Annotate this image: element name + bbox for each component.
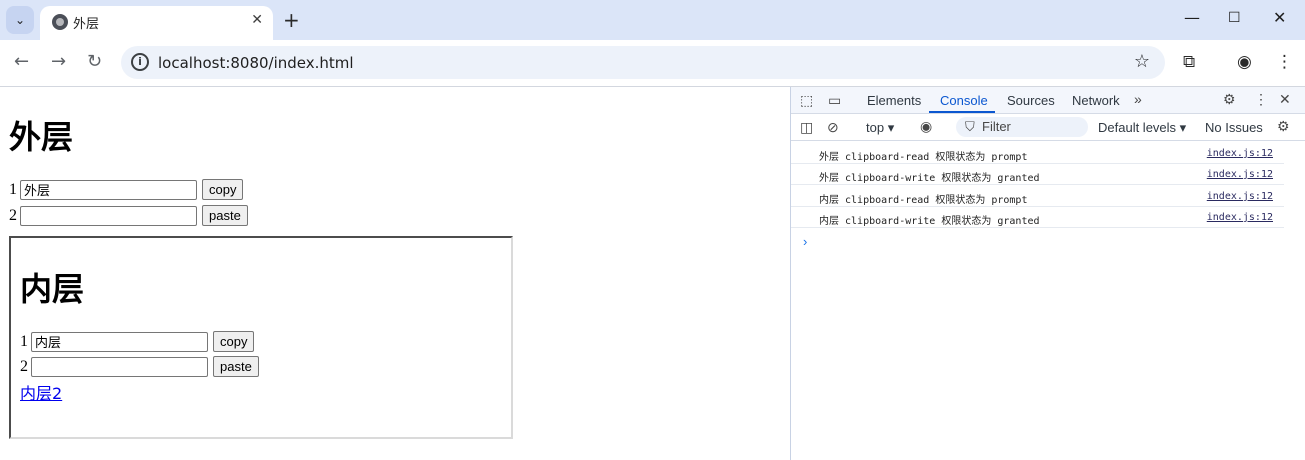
row-number: 1 xyxy=(20,332,28,350)
issues-button[interactable]: No Issues xyxy=(1205,120,1263,135)
inner-row-2: 2 paste xyxy=(20,356,259,377)
filter-icon: ⛉ xyxy=(965,119,975,134)
site-info-icon[interactable]: i xyxy=(131,53,149,71)
device-toolbar-icon[interactable]: ▭ xyxy=(828,92,841,109)
levels-label: Default levels xyxy=(1098,120,1177,135)
outer-row-1: 1 copy xyxy=(9,179,244,200)
console-filter-input[interactable]: ⛉ Filter xyxy=(956,117,1088,137)
row-number: 1 xyxy=(9,180,17,198)
tab-search-button[interactable]: ⌄ xyxy=(6,6,34,34)
maximize-button[interactable]: ☐ xyxy=(1228,10,1241,26)
outer-heading: 外层 xyxy=(9,118,74,156)
browser-toolbar: ← → ↻ i localhost:8080/index.html ☆ ⧉ ◉ … xyxy=(0,40,1305,87)
inner-paste-button[interactable]: paste xyxy=(213,356,259,377)
more-tabs-icon[interactable]: » xyxy=(1134,91,1142,107)
forward-button[interactable]: → xyxy=(51,51,66,72)
console-prompt-chevron-icon[interactable]: › xyxy=(803,234,807,249)
devtools-tabbar: ⬚ ▭ Elements Console Sources Network » ⚙… xyxy=(791,87,1305,114)
url-text: localhost:8080/index.html xyxy=(158,54,354,72)
address-bar[interactable]: i localhost:8080/index.html ☆ xyxy=(121,46,1165,79)
inner-text-input-1[interactable] xyxy=(31,331,208,352)
inspect-element-icon[interactable]: ⬚ xyxy=(800,92,813,109)
outer-text-input-1[interactable] xyxy=(20,179,197,200)
console-message-text: 内层 clipboard-read 权限状态为 prompt xyxy=(819,195,1028,206)
active-tab-indicator xyxy=(929,111,995,113)
back-button[interactable]: ← xyxy=(14,51,29,72)
settings-gear-icon[interactable]: ⚙ xyxy=(1223,91,1236,108)
clear-console-icon[interactable]: ⊘ xyxy=(827,119,839,136)
filter-placeholder: Filter xyxy=(982,119,1011,134)
more-options-icon[interactable]: ⋮ xyxy=(1254,91,1268,108)
tab-console[interactable]: Console xyxy=(940,93,988,108)
console-message: 外层 clipboard-write 权限状态为 granted index.j… xyxy=(791,164,1284,185)
minimize-button[interactable]: — xyxy=(1184,8,1200,27)
tab-elements[interactable]: Elements xyxy=(867,93,921,108)
inner-text-input-2[interactable] xyxy=(31,356,208,377)
inner2-link[interactable]: 内层2 xyxy=(20,380,62,404)
console-message-text: 外层 clipboard-read 权限状态为 prompt xyxy=(819,152,1028,163)
outer-text-input-2[interactable] xyxy=(20,205,197,226)
bookmark-star-icon[interactable]: ☆ xyxy=(1134,51,1150,72)
tab-sources[interactable]: Sources xyxy=(1007,93,1055,108)
globe-icon xyxy=(52,14,68,30)
tab-network[interactable]: Network xyxy=(1072,93,1120,108)
page-viewport: 外层 1 copy 2 paste 内层 1 copy 2 paste 内层2 xyxy=(0,87,790,460)
close-tab-icon[interactable]: ✕ xyxy=(251,12,263,28)
context-label: top xyxy=(866,120,885,135)
window-close-button[interactable]: ✕ xyxy=(1273,8,1286,27)
context-selector[interactable]: top ▾ xyxy=(866,120,894,136)
row-number: 2 xyxy=(9,206,17,224)
console-source-link[interactable]: index.js:12 xyxy=(1207,148,1273,159)
reload-button[interactable]: ↻ xyxy=(87,51,102,72)
outer-row-2: 2 paste xyxy=(9,205,248,226)
console-message: 内层 clipboard-write 权限状态为 granted index.j… xyxy=(791,207,1284,228)
sidebar-toggle-icon[interactable]: ◫ xyxy=(800,119,813,136)
console-settings-icon[interactable]: ⚙ xyxy=(1277,118,1290,135)
console-message: 外层 clipboard-read 权限状态为 prompt index.js:… xyxy=(791,143,1284,164)
menu-icon[interactable]: ⋮ xyxy=(1276,52,1293,72)
extensions-icon[interactable]: ⧉ xyxy=(1183,52,1195,72)
console-source-link[interactable]: index.js:12 xyxy=(1207,191,1273,202)
outer-paste-button[interactable]: paste xyxy=(202,205,248,226)
close-devtools-icon[interactable]: ✕ xyxy=(1279,91,1291,108)
devtools-panel: ⬚ ▭ Elements Console Sources Network » ⚙… xyxy=(790,87,1305,460)
browser-chrome: ⌄ 外层 ✕ + — ☐ ✕ ← → ↻ i localhost:8080/in… xyxy=(0,0,1305,87)
tab-strip: ⌄ 外层 ✕ + — ☐ ✕ xyxy=(0,0,1305,40)
console-message-text: 内层 clipboard-write 权限状态为 granted xyxy=(819,216,1040,227)
inner-copy-button[interactable]: copy xyxy=(213,331,255,352)
inner-iframe[interactable]: 内层 1 copy 2 paste 内层2 xyxy=(9,236,513,439)
inner-heading: 内层 xyxy=(20,270,85,308)
outer-copy-button[interactable]: copy xyxy=(202,179,244,200)
console-source-link[interactable]: index.js:12 xyxy=(1207,212,1273,223)
browser-tab[interactable]: 外层 ✕ xyxy=(40,6,273,40)
inner-row-1: 1 copy xyxy=(20,331,255,352)
console-toolbar: ◫ ⊘ top ▾ ◉ ⛉ Filter Default levels ▾ No… xyxy=(791,114,1305,141)
log-levels-dropdown[interactable]: Default levels ▾ xyxy=(1098,120,1186,136)
console-source-link[interactable]: index.js:12 xyxy=(1207,169,1273,180)
new-tab-button[interactable]: + xyxy=(283,8,300,32)
console-message-text: 外层 clipboard-write 权限状态为 granted xyxy=(819,173,1040,184)
console-message: 内层 clipboard-read 权限状态为 prompt index.js:… xyxy=(791,186,1284,207)
row-number: 2 xyxy=(20,357,28,375)
tab-title: 外层 xyxy=(73,17,100,32)
profile-icon[interactable]: ◉ xyxy=(1237,52,1252,72)
live-expression-eye-icon[interactable]: ◉ xyxy=(920,118,932,135)
